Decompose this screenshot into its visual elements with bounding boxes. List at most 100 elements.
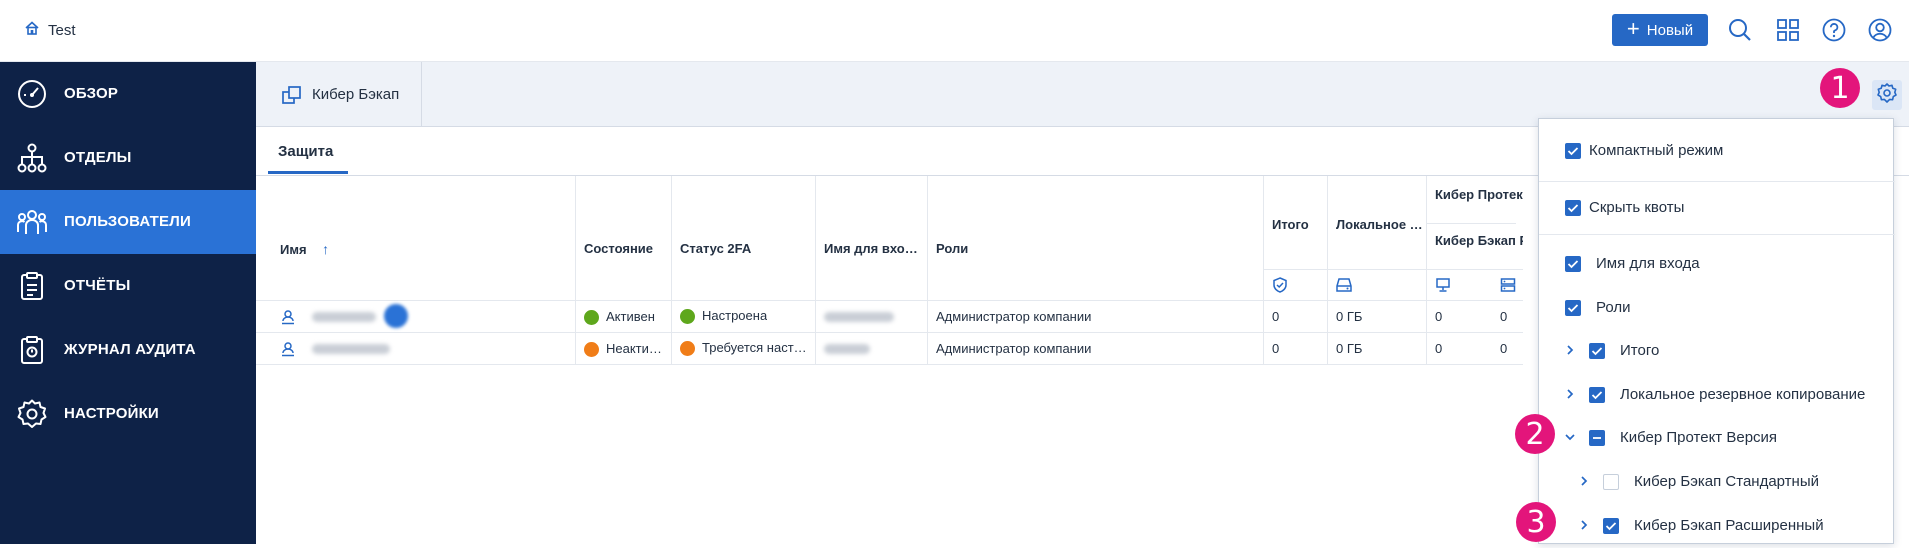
option-label: Локальное резервное копирование [1620,386,1866,403]
apps-grid-icon[interactable] [1774,16,1802,44]
sort-ascending-icon: ↑ [322,241,330,257]
login-redacted [824,344,870,354]
help-icon[interactable] [1820,16,1848,44]
chevron-right-icon[interactable] [1577,516,1591,534]
checkbox-checked[interactable] [1565,256,1581,272]
header-divider [1426,223,1516,224]
option-roles[interactable]: Роли [1539,286,1895,330]
tab-cyber-backup[interactable]: Кибер Бэкап [256,62,422,126]
desktop-cell: 0 [1435,309,1443,324]
checkbox-checked[interactable] [1565,200,1581,216]
option-label: Кибер Бэкап Стандартный [1634,473,1819,490]
sidebar-item-settings[interactable]: НАСТРОЙКИ [0,382,256,446]
checkbox-indeterminate[interactable] [1589,430,1605,446]
option-login[interactable]: Имя для входа [1539,242,1895,286]
tab-protection[interactable]: Защита [268,127,343,175]
column-header-2fa[interactable]: Статус 2FA [680,241,751,256]
gear-icon [1876,82,1898,109]
option-label: Скрыть квоты [1589,199,1685,216]
sidebar-item-label: ПОЛЬЗОВАТЕЛИ [64,213,191,230]
sidebar: ОБЗОР ОТДЕЛЫ ПОЛЬЗОВАТЕЛИ ОТЧЁТЫ ЖУРНАЛ … [0,62,256,544]
new-button-label: Новый [1646,21,1694,39]
header-divider [1263,269,1523,270]
column-header-total[interactable]: Итого [1272,217,1309,232]
active-tab-indicator [268,171,348,174]
state-cell: Неакти… [584,341,662,358]
col-divider [927,176,928,364]
column-settings-button[interactable] [1872,80,1902,110]
checkbox-unchecked[interactable] [1603,474,1619,490]
twofa-cell: Требуется наст… [680,340,812,357]
column-header-label: Имя [280,242,307,257]
option-total[interactable]: Итого [1539,329,1895,373]
home-icon [24,20,40,40]
option-backup-extended[interactable]: Кибер Бэкап Расширенный [1539,504,1895,548]
option-label: Роли [1596,299,1631,316]
option-hide-quotas[interactable]: Скрыть квоты [1539,186,1895,230]
option-label: Кибер Бэкап Расширенный [1634,517,1824,534]
option-label: Итого [1620,342,1660,359]
sidebar-item-reports[interactable]: ОТЧЁТЫ [0,254,256,318]
col-divider [671,176,672,364]
option-local-backup[interactable]: Локальное резервное копирование [1539,373,1895,417]
checkbox-checked[interactable] [1589,387,1605,403]
brand[interactable]: Test [24,20,76,40]
sidebar-item-label: НАСТРОЙКИ [64,405,159,422]
checkbox-checked[interactable] [1589,343,1605,359]
user-name-redacted [312,312,376,322]
check-circle-icon [680,309,695,325]
server-cell: 0 [1500,309,1508,324]
checkbox-checked[interactable] [1565,300,1581,316]
divider [1539,181,1895,182]
option-protect-version[interactable]: Кибер Протект Версия [1539,416,1895,460]
users-icon [16,206,48,238]
option-backup-standard[interactable]: Кибер Бэкап Стандартный [1539,460,1895,504]
state-cell: Активен [584,309,655,326]
sidebar-item-audit-log[interactable]: ЖУРНАЛ АУДИТА [0,318,256,382]
callout-1: 1 [1820,68,1860,108]
search-icon[interactable] [1726,16,1754,44]
chevron-right-icon[interactable] [1563,341,1577,359]
sidebar-item-overview[interactable]: ОБЗОР [0,62,256,126]
column-header-group-sub[interactable]: Кибер Бэкап Расш [1435,233,1523,248]
plus-icon: + [1626,16,1640,41]
column-header-roles[interactable]: Роли [936,241,968,256]
roles-cell: Администратор компании [936,341,1092,356]
column-header-local[interactable]: Локальное … [1336,217,1422,232]
server-cell: 0 [1500,341,1508,356]
clipboard-icon [16,270,48,302]
column-header-group[interactable]: Кибер Протект Ве [1435,187,1523,202]
shield-icon [1272,277,1288,293]
sidebar-item-label: ОБЗОР [64,85,119,102]
sidebar-item-label: ОТЧЁТЫ [64,277,131,294]
sidebar-item-users[interactable]: ПОЛЬЗОВАТЕЛИ [0,190,256,254]
column-header-state[interactable]: Состояние [584,241,653,256]
total-cell: 0 [1272,309,1280,324]
server-icon [1500,277,1516,293]
gear-icon [16,398,48,430]
local-cell: 0 ГБ [1336,341,1363,356]
row-divider [256,332,1523,333]
row-divider [256,364,1523,365]
chevron-right-icon[interactable] [1563,385,1577,403]
warning-circle-icon [680,341,695,357]
check-circle-icon [584,310,599,326]
checkbox-checked[interactable] [1565,143,1581,159]
col-divider [575,176,576,364]
col-divider [1426,176,1427,364]
sidebar-item-departments[interactable]: ОТДЕЛЫ [0,126,256,190]
option-compact-mode[interactable]: Компактный режим [1539,129,1895,173]
column-settings-dropdown: Компактный режим Скрыть квоты Имя для вх… [1538,118,1895,544]
new-button[interactable]: + Новый [1612,14,1708,46]
col-divider [815,176,816,364]
divider [1539,234,1895,235]
warning-circle-icon [584,342,599,358]
account-icon[interactable] [1866,16,1894,44]
row-divider [256,300,1523,301]
column-header-login[interactable]: Имя для вхо… [824,241,920,256]
column-header-name[interactable]: Имя ↑ [280,241,329,257]
roles-cell: Администратор компании [936,309,1092,324]
checkbox-checked[interactable] [1603,518,1619,534]
chevron-right-icon[interactable] [1577,472,1591,490]
chevron-down-icon[interactable] [1563,428,1577,446]
